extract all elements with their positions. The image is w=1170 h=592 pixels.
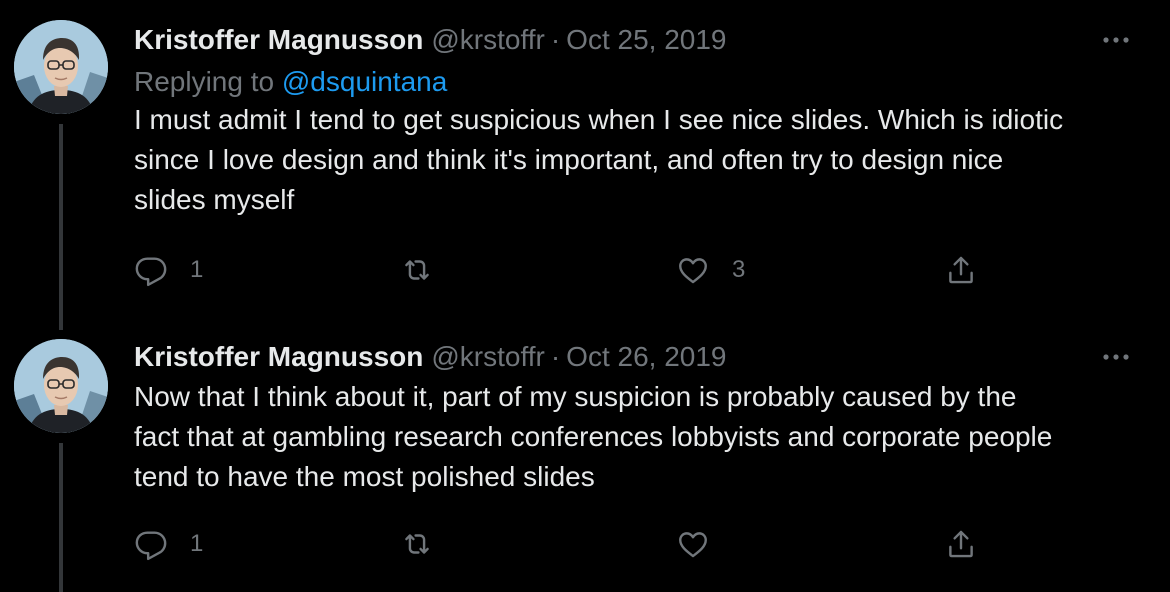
share-upload-icon xyxy=(949,530,973,558)
reply-button[interactable]: 1 xyxy=(134,526,203,562)
more-options-button[interactable] xyxy=(1102,32,1130,48)
avatar-photo xyxy=(14,339,108,433)
avatar[interactable] xyxy=(14,20,108,114)
retweet-arrows-icon xyxy=(405,534,429,554)
tweet-text-line: I must admit I tend to get suspicious wh… xyxy=(134,104,1064,135)
tweet-actions: 1 xyxy=(134,526,994,562)
reply-prefix: Replying to xyxy=(134,66,275,97)
header-separator: · xyxy=(550,24,561,55)
more-dots-icon xyxy=(1103,37,1129,43)
reply-button[interactable]: 1 xyxy=(134,252,203,288)
author-name[interactable]: Kristoffer Magnusson xyxy=(134,339,423,375)
heart-icon xyxy=(679,532,707,558)
like-button[interactable]: 3 xyxy=(676,252,745,288)
tweet-text-line: fact that at gambling research conferenc… xyxy=(134,421,1053,452)
author-name[interactable]: Kristoffer Magnusson xyxy=(134,22,423,58)
tweet-text-line: Now that I think about it, part of my su… xyxy=(134,381,1017,412)
reply-bubble-icon xyxy=(135,531,167,561)
retweet-arrows-icon xyxy=(405,260,429,280)
tweet-date[interactable]: Oct 25, 2019 xyxy=(566,22,726,58)
author-handle[interactable]: @krstoffr xyxy=(431,339,544,375)
tweet-header: Kristoffer Magnusson @krstoffr · Oct 25,… xyxy=(134,22,1130,58)
thread-connector-line xyxy=(59,124,63,330)
retweet-button[interactable] xyxy=(400,526,456,562)
heart-icon xyxy=(679,258,707,284)
reply-bubble-icon xyxy=(135,257,167,287)
like-count: 3 xyxy=(732,256,746,283)
share-button[interactable] xyxy=(944,526,978,562)
tweet-text-line: tend to have the most polished slides xyxy=(134,461,595,492)
reply-count: 1 xyxy=(190,256,204,283)
share-button[interactable] xyxy=(944,252,978,288)
retweet-button[interactable] xyxy=(400,252,456,288)
tweet-date[interactable]: Oct 26, 2019 xyxy=(566,339,726,375)
tweet-text: Now that I think about it, part of my su… xyxy=(134,377,1144,497)
more-options-button[interactable] xyxy=(1102,349,1130,365)
tweet[interactable]: Kristoffer Magnusson @krstoffr · Oct 25,… xyxy=(0,0,1170,330)
header-separator: · xyxy=(550,341,561,372)
tweet[interactable]: Kristoffer Magnusson @krstoffr · Oct 26,… xyxy=(0,330,1170,592)
tweet-text: I must admit I tend to get suspicious wh… xyxy=(134,100,1144,220)
avatar[interactable] xyxy=(14,339,108,433)
thread-connector-line xyxy=(59,443,63,592)
reply-context: Replying to @dsquintana xyxy=(134,64,1130,100)
tweet-content: Kristoffer Magnusson @krstoffr · Oct 25,… xyxy=(134,22,1130,220)
like-button[interactable] xyxy=(676,526,732,562)
tweet-actions: 1 3 xyxy=(134,252,994,288)
author-handle[interactable]: @krstoffr xyxy=(431,22,544,58)
tweet-header: Kristoffer Magnusson @krstoffr · Oct 26,… xyxy=(134,339,1130,375)
tweet-content: Kristoffer Magnusson @krstoffr · Oct 26,… xyxy=(134,339,1130,497)
tweet-text-line: slides myself xyxy=(134,184,295,215)
reply-mention-link[interactable]: @dsquintana xyxy=(282,66,447,97)
tweet-text-line: since I love design and think it's impor… xyxy=(134,144,1004,175)
more-dots-icon xyxy=(1103,354,1129,360)
reply-count: 1 xyxy=(190,530,204,557)
avatar-photo xyxy=(14,20,108,114)
share-upload-icon xyxy=(949,256,973,284)
